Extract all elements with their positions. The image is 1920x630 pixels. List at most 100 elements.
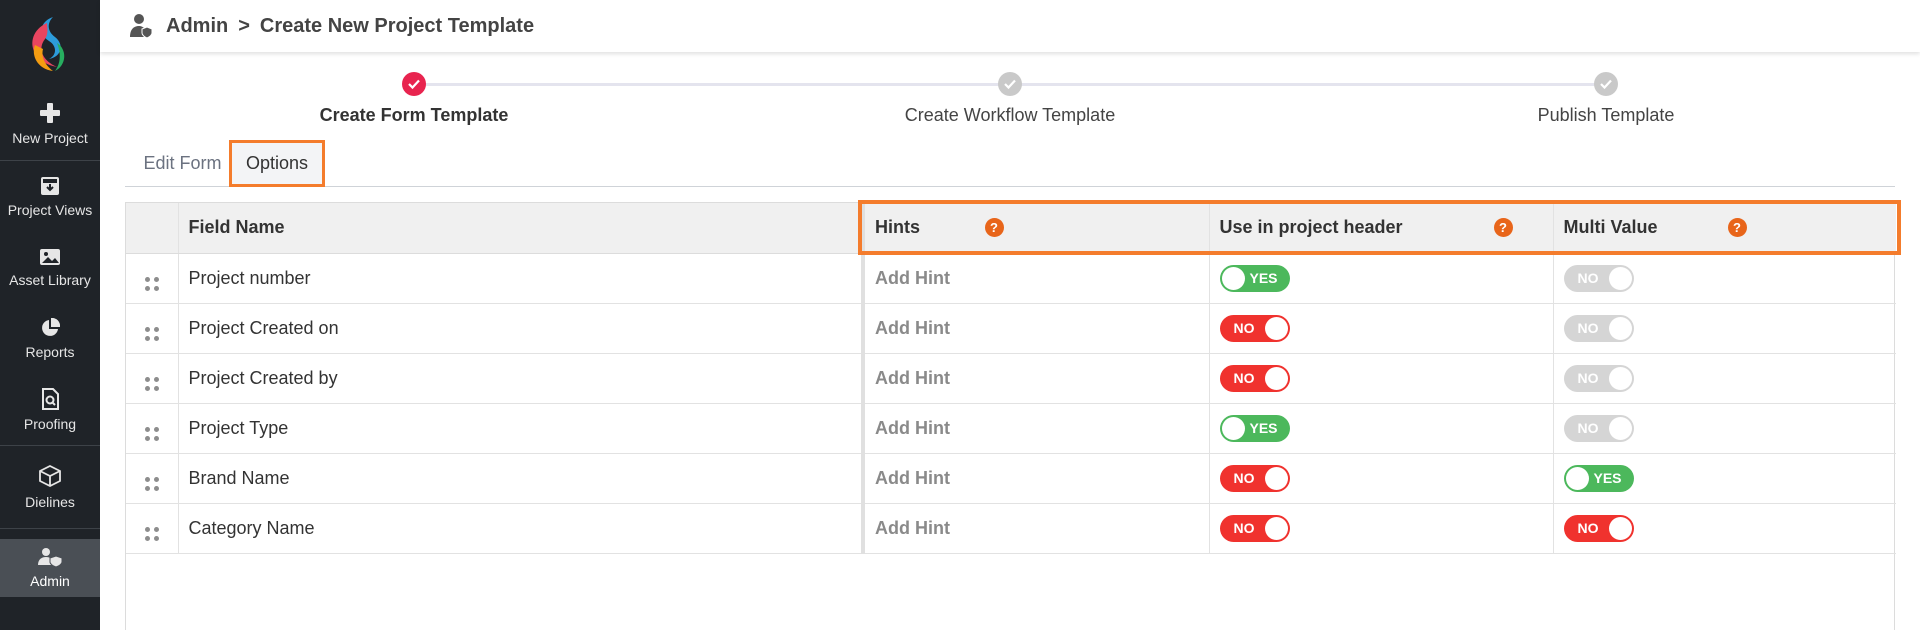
document-search-icon [42, 388, 59, 410]
step-publish-template[interactable]: Publish Template [1456, 72, 1756, 126]
column-header-label: Hints [875, 217, 920, 238]
add-hint-input[interactable]: Add Hint [861, 403, 1209, 454]
drag-handle[interactable] [126, 403, 179, 454]
sidebar-item-dielines[interactable]: Dielines [0, 446, 100, 528]
drag-handle-icon [144, 426, 159, 441]
sidebar-item-reports[interactable]: Reports [0, 303, 100, 375]
plus-icon [40, 103, 60, 123]
sidebar-item-new-project[interactable]: New Project [0, 88, 100, 160]
pie-chart-icon [42, 318, 60, 336]
image-icon [40, 249, 60, 265]
sidebar-item-label: Proofing [23, 416, 77, 432]
sidebar-item-label: New Project [12, 130, 88, 146]
drag-handle[interactable] [126, 503, 179, 554]
use-in-header-toggle[interactable]: YES [1219, 414, 1290, 442]
table-row: Project Type Add Hint YES NO [126, 403, 1896, 454]
inbox-download-icon [41, 177, 59, 195]
field-name-cell: Project number [178, 253, 863, 304]
column-header-use-in-project-header: Use in project header ? [1208, 203, 1553, 254]
multi-value-toggle[interactable]: NO [1563, 514, 1634, 542]
field-name-cell: Brand Name [178, 453, 863, 504]
drag-handle-icon [144, 476, 159, 491]
sidebar-item-asset-library[interactable]: Asset Library [0, 233, 100, 303]
field-name-cell: Project Created by [178, 353, 863, 404]
step-done-indicator [402, 72, 426, 96]
user-shield-icon [38, 548, 63, 567]
check-icon [408, 79, 420, 90]
table-row: Brand Name Add Hint NO YES [126, 453, 1896, 504]
sidebar-item-project-views[interactable]: Project Views [0, 161, 100, 233]
drag-handle[interactable] [126, 353, 179, 404]
sidebar-item-label: Dielines [25, 494, 75, 510]
use-in-header-toggle[interactable]: YES [1219, 264, 1290, 292]
options-table: Field Name Hints ? Use in project header… [125, 202, 1896, 630]
drag-handle[interactable] [126, 253, 179, 304]
sidebar-item-label: Reports [25, 344, 75, 360]
multi-value-toggle[interactable]: YES [1563, 464, 1634, 492]
step-label: Create Workflow Template [904, 105, 1116, 125]
step-label: Publish Template [1537, 105, 1675, 125]
drag-handle-icon [144, 526, 159, 541]
drag-handle-icon [144, 326, 159, 341]
help-icon[interactable]: ? [1727, 218, 1747, 238]
sidebar-item-label: Asset Library [9, 272, 91, 288]
help-icon[interactable]: ? [1493, 218, 1513, 238]
drag-handle-icon [144, 276, 159, 291]
multi-value-toggle: NO [1563, 264, 1634, 292]
help-icon[interactable]: ? [984, 218, 1004, 238]
column-header-handle [126, 203, 179, 254]
table-row: Project Created on Add Hint NO NO [126, 303, 1896, 354]
step-create-workflow-template[interactable]: Create Workflow Template [860, 72, 1160, 126]
multi-value-toggle: NO [1563, 314, 1634, 342]
sidebar-item-label: Admin [30, 573, 70, 589]
sidebar: New Project Project Views Asset Library … [0, 0, 100, 630]
use-in-header-toggle[interactable]: NO [1219, 464, 1290, 492]
breadcrumb-separator: > [238, 14, 250, 37]
page-title: Create New Project Template [259, 14, 535, 37]
drag-handle[interactable] [126, 303, 179, 354]
field-name-cell: Project Type [178, 403, 863, 454]
add-hint-input[interactable]: Add Hint [861, 503, 1209, 554]
breadcrumb: Admin > Create New Project Template [166, 15, 534, 38]
column-header-hints: Hints ? [861, 203, 1209, 254]
table-row: Category Name Add Hint NO NO [126, 503, 1896, 554]
step-label: Create Form Template [319, 105, 509, 125]
use-in-header-toggle[interactable]: NO [1219, 364, 1290, 392]
column-header-multi-value: Multi Value ? [1552, 203, 1896, 254]
table-row: Project Created by Add Hint NO NO [126, 353, 1896, 404]
sidebar-item-admin[interactable]: Admin [0, 539, 100, 597]
logo-icon [32, 17, 65, 71]
check-icon [1600, 79, 1612, 90]
add-hint-input[interactable]: Add Hint [861, 453, 1209, 504]
step-pending-indicator [998, 72, 1022, 96]
table-row: Project number Add Hint YES NO [126, 253, 1896, 304]
sidebar-item-proofing[interactable]: Proofing [0, 375, 100, 445]
add-hint-input[interactable]: Add Hint [861, 353, 1209, 404]
column-header-label: Multi Value [1563, 217, 1658, 238]
step-pending-indicator [1594, 72, 1618, 96]
step-create-form-template[interactable]: Create Form Template [264, 72, 564, 126]
multi-value-toggle: NO [1563, 414, 1634, 442]
column-header-field-name: Field Name [178, 203, 863, 254]
multi-value-toggle: NO [1563, 364, 1634, 392]
add-hint-input[interactable]: Add Hint [861, 253, 1209, 304]
add-hint-input[interactable]: Add Hint [861, 303, 1209, 354]
field-name-cell: Category Name [178, 503, 863, 554]
admin-user-icon [130, 14, 152, 39]
box-3d-icon [39, 464, 61, 488]
field-name-cell: Project Created on [178, 303, 863, 354]
drag-handle[interactable] [126, 453, 179, 504]
template-stepper: Create Form Template Create Workflow Tem… [125, 62, 1895, 132]
tab-options[interactable]: Options [229, 140, 325, 187]
use-in-header-toggle[interactable]: NO [1219, 314, 1290, 342]
use-in-header-toggle[interactable]: NO [1219, 514, 1290, 542]
sidebar-item-label: Project Views [7, 202, 93, 218]
column-header-label: Use in project header [1219, 217, 1403, 238]
drag-handle-icon [144, 376, 159, 391]
tab-edit-form[interactable]: Edit Form [135, 140, 230, 187]
breadcrumb-section[interactable]: Admin [166, 15, 228, 37]
check-icon [1004, 79, 1016, 90]
app-logo[interactable] [0, 0, 100, 88]
table-header-row: Field Name Hints ? Use in project header… [126, 203, 1896, 254]
form-tabs: Edit Form Options [125, 140, 1895, 187]
